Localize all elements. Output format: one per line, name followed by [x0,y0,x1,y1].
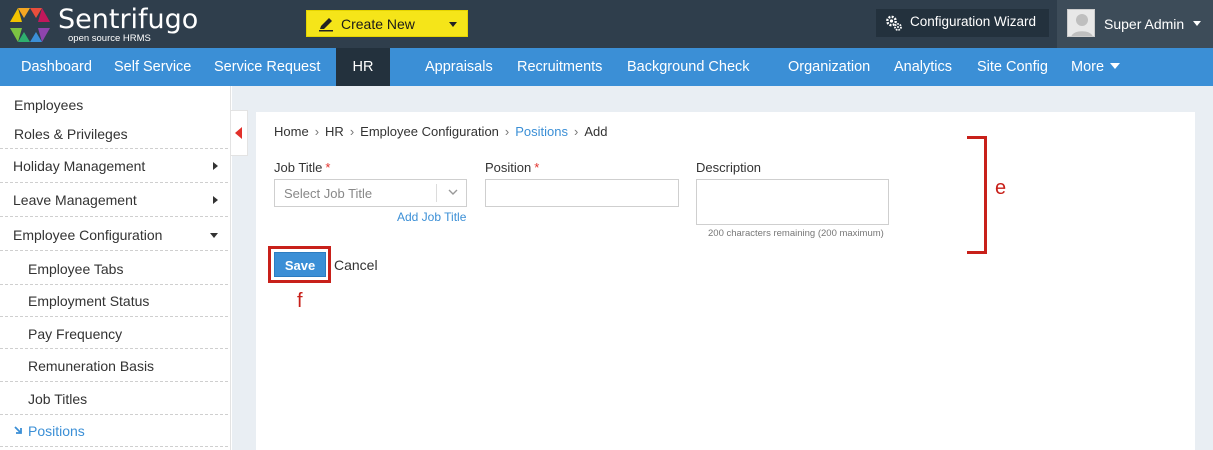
annotation-box-save [268,246,331,283]
sidebar-item-employee-configuration[interactable]: Employee Configuration [0,227,228,243]
sidebar-subitem-job-titles[interactable]: Job Titles [28,391,228,407]
chevron-down-icon [1110,63,1121,69]
sidebar-subitem-pay-frequency[interactable]: Pay Frequency [28,326,228,342]
breadcrumb-add: Add [584,124,608,139]
sidebar-divider [0,348,228,349]
sidebar-divider [0,250,228,251]
annotation-label-e: e [995,177,1007,199]
cancel-button[interactable]: Cancel [334,257,378,273]
sidebar-collapse-toggle[interactable] [231,110,248,156]
pencil-icon [319,18,333,32]
annotation-label-f: f [297,290,303,312]
chevron-right-icon [213,196,218,204]
create-new-button[interactable]: Create New [306,10,468,37]
sidebar-divider [0,148,228,149]
chevron-down-icon [449,22,457,27]
sidebar-divider [0,284,228,285]
configuration-wizard-label: Configuration Wizard [910,14,1037,29]
required-marker: * [325,160,331,175]
breadcrumb-separator: › [314,124,320,139]
chevron-down-icon [210,233,218,238]
job-title-placeholder: Select Job Title [284,186,373,201]
chevron-down-icon [1193,21,1201,26]
sidebar-divider [0,316,228,317]
nav-appraisals[interactable]: Appraisals [425,48,493,86]
position-input[interactable] [485,179,679,207]
arrow-down-right-icon [14,426,22,434]
sidebar-subitem-remuneration-basis[interactable]: Remuneration Basis [28,358,228,374]
sidebar-item-leave-management[interactable]: Leave Management [0,192,228,208]
user-menu[interactable]: Super Admin [1057,0,1213,48]
nav-self-service[interactable]: Self Service [114,48,191,86]
nav-analytics[interactable]: Analytics [894,48,952,86]
sidebar-item-label: Leave Management [13,192,137,208]
position-label-text: Position [485,160,532,175]
description-char-count: 200 characters remaining (200 maximum) [708,228,884,239]
gear-icon [886,15,902,31]
breadcrumb-hr[interactable]: HR [325,124,344,139]
nav-site-config[interactable]: Site Config [977,48,1048,86]
brand-logo[interactable]: Sentrifugo open source HRMS [8,5,198,45]
breadcrumb-employee-configuration[interactable]: Employee Configuration [360,124,499,139]
user-name: Super Admin [1104,16,1185,32]
nav-service-request[interactable]: Service Request [214,48,320,86]
breadcrumb-home[interactable]: Home [274,124,309,139]
sidebar-divider [0,381,228,382]
avatar [1067,9,1095,37]
breadcrumb: Home › HR › Employee Configuration › Positions… [274,124,607,139]
sidebar-divider [0,414,228,415]
sidebar-divider [0,182,228,183]
description-label: Description [696,160,762,175]
sentrifugo-logo-icon [10,8,50,42]
main-nav: Dashboard Self Service Service Request H… [0,48,1213,86]
nav-more-label: More [1071,59,1105,75]
chevron-right-icon [213,162,218,170]
add-job-title-link[interactable]: Add Job Title [397,210,466,224]
job-title-label: Job Title * [274,160,330,175]
nav-dashboard[interactable]: Dashboard [21,48,92,86]
breadcrumb-positions[interactable]: Positions [515,124,568,139]
sidebar-item-employees[interactable]: Employees [14,97,228,113]
select-divider [436,184,437,202]
sidebar-divider [0,446,228,447]
required-marker: * [534,160,540,175]
nav-organization[interactable]: Organization [788,48,870,86]
brand-name: Sentrifugo [58,4,199,35]
chevron-down-icon [448,189,458,195]
annotation-bracket [967,136,987,254]
sidebar-item-label: Holiday Management [13,158,146,174]
create-new-label: Create New [341,16,415,32]
nav-background-check[interactable]: Background Check [627,48,750,86]
sidebar-subitem-employment-status[interactable]: Employment Status [28,293,228,309]
breadcrumb-separator: › [574,124,579,139]
sidebar-divider [0,216,228,217]
collapse-left-icon [235,127,242,139]
nav-more[interactable]: More [1071,48,1121,86]
configuration-wizard-button[interactable]: Configuration Wizard [876,9,1049,37]
sidebar-subitem-employee-tabs[interactable]: Employee Tabs [28,261,228,277]
sidebar-item-label: Positions [28,423,85,439]
brand-tagline: open source HRMS [68,33,151,44]
position-label: Position * [485,160,539,175]
user-silhouette-icon [1071,14,1093,36]
nav-hr[interactable]: HR [336,48,390,86]
sidebar-item-holiday-management[interactable]: Holiday Management [0,158,228,174]
sidebar-item-roles-privileges[interactable]: Roles & Privileges [14,126,228,142]
job-title-select[interactable]: Select Job Title [274,179,467,207]
description-textarea[interactable] [696,179,889,225]
job-title-label-text: Job Title [274,160,323,175]
breadcrumb-separator: › [504,124,510,139]
top-bar: Sentrifugo open source HRMS Create New C… [0,0,1213,48]
sidebar-item-label: Employee Configuration [13,227,163,243]
nav-recruitments[interactable]: Recruitments [517,48,602,86]
breadcrumb-separator: › [349,124,355,139]
